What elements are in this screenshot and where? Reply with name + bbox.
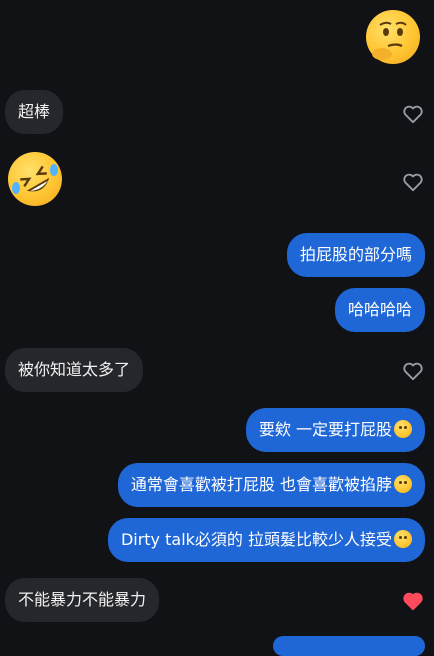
heart-icon[interactable] (402, 104, 424, 124)
heart-liked-icon[interactable] (402, 591, 424, 611)
thinking-face-icon (394, 475, 412, 493)
message-text: 哈哈哈哈 (347, 300, 412, 319)
thinking-face-emoji (366, 10, 420, 64)
thinking-face-icon (372, 21, 407, 60)
message-text: 拍屁股的部分嗎 (299, 245, 412, 264)
pleading-face-icon (394, 420, 412, 438)
message-bubble-outgoing[interactable]: 拍屁股的部分嗎 (286, 233, 425, 277)
rolling-laughing-emoji (8, 152, 62, 206)
message-bubble-incoming[interactable]: 被你知道太多了 (5, 348, 144, 392)
message-bubble-outgoing[interactable]: 通常會喜歡被打屁股 也會喜歡被掐脖 (117, 463, 425, 507)
heart-icon[interactable] (402, 172, 424, 192)
message-bubble-outgoing[interactable]: 哈哈哈哈 (334, 288, 425, 332)
thinking-face-icon (394, 530, 412, 548)
message-bubble-outgoing-partial[interactable] (273, 636, 425, 656)
message-text: 要欸 一定要打屁股 (258, 420, 392, 439)
message-text: Dirty talk必須的 拉頭髮比較少人接受 (120, 530, 392, 549)
message-text: 通常會喜歡被打屁股 也會喜歡被掐脖 (130, 475, 392, 494)
message-bubble-outgoing[interactable]: Dirty talk必須的 拉頭髮比較少人接受 (107, 518, 425, 562)
heart-icon[interactable] (402, 361, 424, 381)
message-text: 不能暴力不能暴力 (18, 590, 147, 609)
message-text: 超棒 (18, 102, 51, 121)
message-bubble-incoming[interactable]: 超棒 (5, 90, 64, 134)
rolling-laughing-icon (12, 164, 58, 194)
message-text: 被你知道太多了 (18, 360, 131, 379)
message-bubble-incoming[interactable]: 不能暴力不能暴力 (5, 578, 160, 622)
message-bubble-outgoing[interactable]: 要欸 一定要打屁股 (245, 408, 425, 452)
